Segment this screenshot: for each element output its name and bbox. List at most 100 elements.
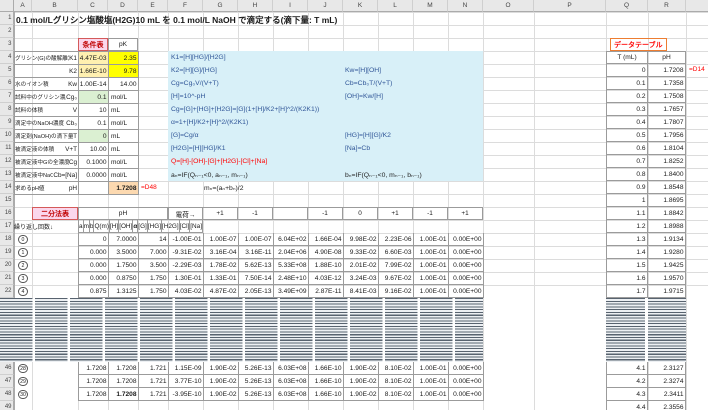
cell-t[interactable]: 1.4 [606,246,648,259]
cell-ph[interactable]: 1.7657 [648,103,686,116]
cell-t[interactable]: 0.4 [606,116,648,129]
cell-qm[interactable]: 1.30E-01 [169,272,204,285]
condition-label-cell[interactable]: 試料の体積 V [15,104,79,117]
bisection-column-header[interactable]: [Cl] [179,220,191,233]
cell-h2g[interactable]: 8.10E-02 [379,362,414,375]
cell-h2g[interactable]: 8.10E-02 [379,375,414,388]
formula-left[interactable]: K1=[H][HG]/[H2G] [168,54,345,61]
cell-t[interactable]: 4.3 [606,388,648,401]
data-table-label[interactable]: データテーブル [610,38,667,51]
cell-oh[interactable]: 3.16E-11 [239,246,274,259]
formula-left[interactable]: α=1+[H]/K2+[H]^2/(K2K1) [168,119,345,126]
formula-left[interactable]: [G]=Cg/α [168,132,345,139]
cell-h[interactable]: 1.90E-02 [204,375,239,388]
cell-a[interactable]: 0 [79,233,109,246]
column-header[interactable]: K [343,0,378,12]
iteration-number-cell[interactable]: 0 [14,233,32,246]
cell-ph[interactable]: 1.8988 [648,220,686,233]
bisection-column-header[interactable]: [OH] [119,220,134,233]
formula-right[interactable]: Cb=Cb₀T/(V+T) [345,80,392,87]
row-header[interactable]: 18 [0,233,14,246]
row-header[interactable]: 19 [0,246,14,259]
cell-hg[interactable]: 8.41E-03 [344,285,379,298]
cell-na[interactable]: 0.00E+00 [449,375,484,388]
column-header[interactable]: O [483,0,534,12]
cell-cl[interactable]: 1.00E-01 [414,388,449,401]
formula-left[interactable]: Cg=Cg₀V/(V+T) [168,80,345,87]
condition-unit-cell[interactable]: 14.00 [109,78,139,91]
sheet-title-cell[interactable]: 0.1 mol/Lグリシン塩酸塩(H2G)10 mL を 0.1 mol/L N… [16,14,337,26]
formula-left[interactable]: Cg=[G]+[HG]+[H2G]=[G](1+[H]/K2+[H]^2/(K2… [168,106,345,113]
condition-label-cell[interactable]: グリシン(G)の酸解離定数 K1 [15,52,79,65]
cell-alpha[interactable]: 6.03E+08 [274,388,309,401]
cell-m[interactable]: 1.7208 [109,388,139,401]
cell-ph[interactable]: 1.7956 [648,129,686,142]
cell-ph[interactable]: 1.8400 [648,168,686,181]
cell-cl[interactable]: 1.00E-01 [414,246,449,259]
cell-h2g[interactable]: 7.99E-02 [379,259,414,272]
cell-a[interactable]: 0.000 [79,272,109,285]
cell-hg[interactable]: 1.90E-02 [344,362,379,375]
charge-cell[interactable] [273,207,308,220]
cell-cl[interactable]: 1.00E-01 [414,259,449,272]
cell-h[interactable]: 1.90E-02 [204,388,239,401]
cell-a[interactable]: 0.000 [79,246,109,259]
cell-t[interactable]: 0.2 [606,90,648,103]
cell-ph[interactable]: 1.9425 [648,259,686,272]
charge-cell[interactable]: +1 [448,207,483,220]
charge-cell[interactable]: 0 [343,207,378,220]
cell-cl[interactable]: 1.00E-01 [414,285,449,298]
charge-cell[interactable]: +1 [203,207,238,220]
cell-g[interactable]: 2.87E-11 [309,285,344,298]
condition-unit-cell[interactable]: mL [109,143,139,156]
cell-ph[interactable]: 1.8104 [648,142,686,155]
cell-h[interactable]: 1.78E-02 [204,259,239,272]
cell-g[interactable]: 4.90E-08 [309,246,344,259]
iteration-number-cell[interactable]: 3 [14,272,32,285]
bisection-column-header[interactable]: [Na] [190,220,203,233]
cell-t[interactable]: 0.7 [606,155,648,168]
cell-t[interactable]: 1.6 [606,272,648,285]
column-header[interactable]: E [138,0,168,12]
row-header[interactable]: 1 [0,12,14,25]
row-header[interactable]: 2 [0,25,14,38]
cell-m[interactable]: 1.7208 [109,362,139,375]
column-header[interactable]: L [378,0,413,12]
cell-g[interactable]: 1.66E-10 [309,362,344,375]
cell-cl[interactable]: 1.00E-01 [414,362,449,375]
cell-h[interactable]: 1.33E-01 [204,272,239,285]
row-header[interactable]: 21 [0,272,14,285]
cell-a[interactable]: 1.7208 [79,362,109,375]
cell-t[interactable]: 1.7 [606,285,648,298]
formula-reference-note-d48[interactable]: =D48 [141,184,157,191]
cell-qm[interactable]: 3.77E-10 [169,375,204,388]
cell-a[interactable]: 1.7208 [79,375,109,388]
column-header[interactable]: M [413,0,448,12]
formula-left[interactable]: [H]=10^-pH [168,93,345,100]
condition-unit-cell[interactable]: mol/L [109,156,139,169]
column-header[interactable]: J [308,0,343,12]
bisection-column-header[interactable]: [H2G] [161,220,180,233]
cell-oh[interactable]: 2.05E-13 [239,285,274,298]
cell-alpha[interactable]: 2.04E+06 [274,246,309,259]
cell-m[interactable]: 3.5000 [109,246,139,259]
row-header[interactable]: 48 [0,388,14,401]
row-header[interactable]: 20 [0,259,14,272]
cell-qm[interactable]: 4.03E-02 [169,285,204,298]
row-header[interactable]: 12 [0,155,14,168]
pk-column-header[interactable]: pK [108,38,138,51]
condition-value-cell[interactable]: 1.66E-10 [79,65,109,78]
iteration-number-cell[interactable]: 30 [14,388,32,401]
formula-left[interactable]: Q=[H]-[OH]-[G]+[H2G]-[Cl]+[Na] [168,158,345,165]
cell-hg[interactable]: 1.90E-02 [344,375,379,388]
cell-g[interactable]: 1.66E-04 [309,233,344,246]
cell-h2g[interactable]: 2.23E-06 [379,233,414,246]
charge-cell[interactable]: -1 [308,207,343,220]
condition-label-cell[interactable]: 被滴定液中Gの全濃度 Cg [15,156,79,169]
cell-a[interactable]: 0.000 [79,259,109,272]
condition-value-cell[interactable]: 0.1 [79,117,109,130]
cell-qm[interactable]: -9.31E-02 [169,246,204,259]
condition-label-cell[interactable]: 滴定剤(NaOH)の滴下量 T [15,130,79,143]
iteration-count-label[interactable]: 繰り返し回数↓ [14,220,78,233]
row-header[interactable]: 8 [0,103,14,116]
